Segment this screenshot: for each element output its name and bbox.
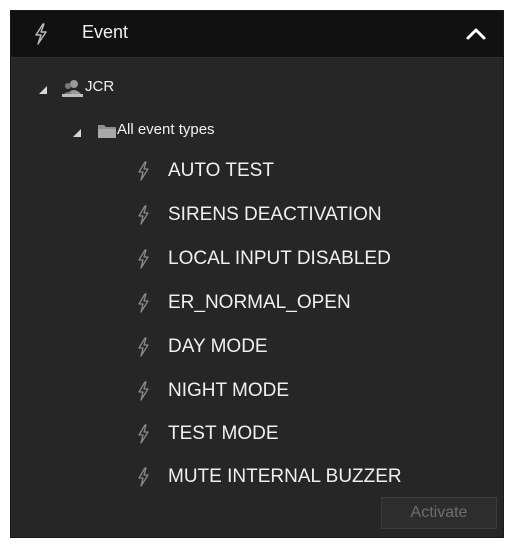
activate-button[interactable]: Activate (381, 497, 497, 529)
event-item[interactable]: ER_NORMAL_OPEN (137, 286, 487, 320)
event-item[interactable]: AUTO TEST (137, 154, 487, 188)
event-item-label: DAY MODE (168, 336, 268, 357)
lightning-bolt-icon (138, 249, 149, 269)
lightning-bolt-icon (138, 161, 149, 181)
event-panel: Event JCR All event types AUTO TEST SIRE… (10, 10, 504, 538)
lightning-bolt-icon (138, 381, 149, 401)
expand-triangle-icon[interactable] (72, 128, 82, 138)
user-group-icon (62, 80, 83, 97)
panel-header[interactable]: Event (11, 11, 503, 58)
event-item[interactable]: DAY MODE (137, 330, 487, 364)
lightning-bolt-icon (138, 424, 149, 444)
event-item[interactable]: TEST MODE (137, 417, 487, 451)
event-item-label: SIRENS DEACTIVATION (168, 204, 382, 225)
event-item[interactable]: LOCAL INPUT DISABLED (137, 242, 487, 276)
event-item-label: TEST MODE (168, 423, 279, 444)
lightning-bolt-icon (138, 467, 149, 487)
lightning-bolt-icon (35, 23, 47, 45)
event-item[interactable]: MUTE INTERNAL BUZZER (137, 460, 487, 494)
tree-node-group[interactable]: All event types (11, 118, 503, 146)
panel-title: Event (82, 22, 129, 42)
expand-triangle-icon[interactable] (38, 85, 48, 95)
event-item-label: ER_NORMAL_OPEN (168, 292, 351, 313)
lightning-bolt-icon (138, 337, 149, 357)
tree-node-root[interactable]: JCR (11, 75, 503, 103)
folder-icon (98, 125, 116, 138)
event-item[interactable]: SIRENS DEACTIVATION (137, 198, 487, 232)
lightning-bolt-icon (138, 205, 149, 225)
event-item[interactable]: NIGHT MODE (137, 374, 487, 408)
lightning-bolt-icon (138, 293, 149, 313)
event-item-label: MUTE INTERNAL BUZZER (168, 466, 402, 487)
tree-node-group-label: All event types (117, 121, 215, 138)
chevron-up-icon[interactable] (465, 26, 487, 42)
tree-node-root-label: JCR (85, 78, 115, 95)
event-item-label: LOCAL INPUT DISABLED (168, 248, 391, 269)
event-item-label: NIGHT MODE (168, 380, 290, 401)
event-item-label: AUTO TEST (168, 160, 274, 181)
